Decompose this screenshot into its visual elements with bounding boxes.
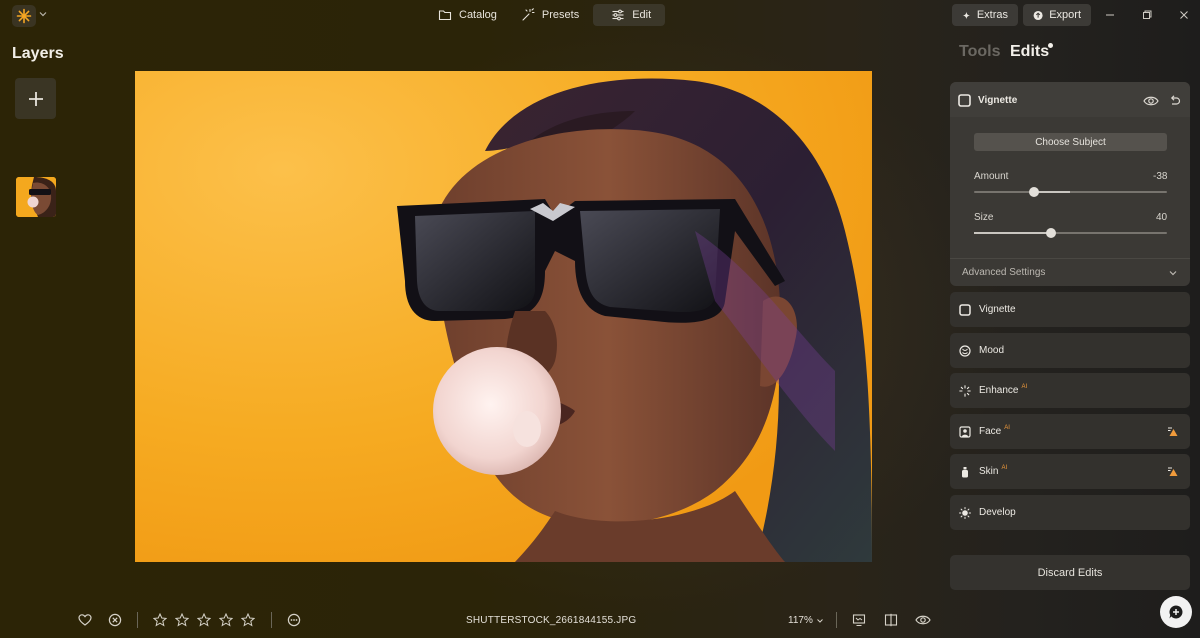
sliders-icon [612,9,624,21]
export-button[interactable]: Export [1023,4,1091,26]
ai-badge: AI [1004,424,1010,431]
ai-badge: AI [1001,464,1008,471]
advanced-divider [950,258,1190,259]
plus-icon [28,91,43,106]
minimize-button[interactable] [1102,7,1118,23]
maximize-button[interactable] [1139,7,1155,23]
folder-icon [438,10,452,21]
chevron-down-icon[interactable] [1168,269,1178,277]
tab-edit-label: Edit [632,9,652,21]
rating-star-icon[interactable] [175,613,189,627]
fit-screen-icon[interactable] [852,613,866,627]
mood-icon [959,344,971,357]
sun-icon [959,506,971,519]
layers-title: Layers [12,45,64,62]
sparkle-icon [962,11,971,19]
tool-label-mood: Mood [979,345,1005,356]
rating-star-icon[interactable] [197,613,211,627]
rating-star-icon[interactable] [219,613,233,627]
image-filename: SHUTTERSTOCK_2661844155.JPG [466,615,637,626]
reject-icon[interactable] [108,613,122,627]
square-icon [959,303,971,316]
discard-edits-button[interactable]: Discard Edits [950,555,1190,590]
tool-row-vignette[interactable]: Vignette [950,292,1190,327]
tab-catalog-label: Catalog [459,9,497,21]
export-icon [1033,10,1043,20]
vignette-title: Vignette [978,95,1018,106]
ai-badge: AI [1021,383,1028,390]
rating-star-icon[interactable] [153,613,167,627]
sparkle-wand-icon [522,8,535,21]
choose-subject-button[interactable]: Choose Subject [974,133,1167,151]
top-nav-tabs: Catalog Presets Edit [428,4,666,26]
portrait-photo [135,71,872,562]
amount-slider-fill [1033,191,1071,193]
panel-tab-tools[interactable]: Tools [959,43,1000,61]
warning-icon [1168,467,1178,476]
size-value: 40 [1156,212,1168,223]
edits-indicator-dot [1048,43,1053,48]
tool-row-mood[interactable]: Mood [950,333,1190,368]
zoom-level-dropdown[interactable]: 117% [788,615,824,626]
rating-star-icon[interactable] [241,613,255,627]
tool-row-face[interactable]: Face AI [950,414,1190,449]
panel-tab-edits[interactable]: Edits [1010,43,1049,61]
close-button[interactable] [1176,7,1192,23]
heart-icon[interactable] [78,613,92,627]
preview-eye-icon[interactable] [915,613,931,627]
layer-thumbnail[interactable] [16,177,56,217]
face-icon [959,425,971,438]
extras-label: Extras [976,9,1008,21]
chat-support-button[interactable] [1160,596,1192,628]
tab-edit[interactable]: Edit [593,4,666,26]
tool-label-vignette: Vignette [979,304,1016,315]
tab-catalog[interactable]: Catalog [428,4,507,26]
tool-label-enhance: Enhance [979,385,1019,396]
minimize-icon [1106,14,1114,16]
amount-value: -38 [1153,171,1168,182]
sun-logo-icon [16,8,32,24]
export-label: Export [1049,9,1081,21]
size-slider-fill [974,232,1052,234]
amount-label: Amount [974,171,1009,182]
tool-row-skin[interactable]: Skin AI [950,454,1190,489]
warning-icon [1168,427,1178,436]
zoom-value: 117% [788,615,813,626]
more-options-icon[interactable] [287,613,301,627]
tool-label-skin: Skin [979,466,999,477]
app-logo-button[interactable] [12,5,36,27]
visibility-eye-icon[interactable] [1143,95,1159,107]
chat-icon [1169,605,1183,619]
close-icon [1180,11,1188,19]
extras-button[interactable]: Extras [952,4,1018,26]
add-layer-button[interactable] [15,78,56,119]
chevron-down-icon [816,618,823,623]
layer-thumbnail-image [16,177,56,217]
compare-icon[interactable] [884,613,898,627]
reset-undo-icon[interactable] [1169,94,1181,106]
amount-slider-handle[interactable] [1028,187,1039,197]
tool-row-develop[interactable]: Develop [950,495,1190,530]
skin-icon [962,466,968,477]
tab-presets-label: Presets [541,9,580,21]
restore-icon [1143,10,1152,19]
square-icon [958,94,971,107]
chevron-down-icon[interactable] [38,9,48,19]
advanced-settings-toggle[interactable]: Advanced Settings [962,267,1045,278]
toolbar-divider [137,612,138,628]
tool-label-develop: Develop [979,507,1016,518]
toolbar-divider [836,612,837,628]
tool-label-face: Face [979,426,1002,437]
enhance-icon [959,384,971,397]
size-label: Size [974,212,994,223]
toolbar-divider [271,612,272,628]
tool-row-enhance[interactable]: Enhance AI [950,373,1190,408]
amount-slider-track[interactable] [974,191,1167,193]
tab-presets[interactable]: Presets [511,4,589,26]
main-photo-canvas[interactable] [135,71,872,562]
